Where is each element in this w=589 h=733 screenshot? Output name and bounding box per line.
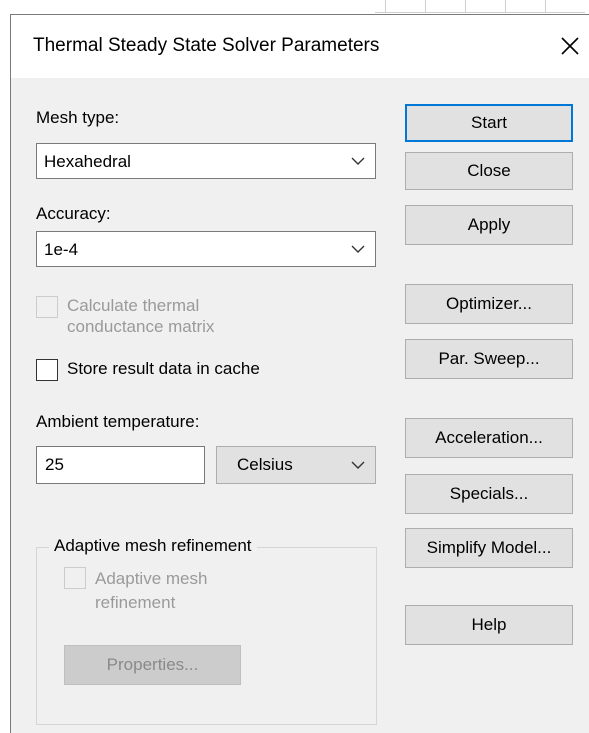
calculate-thermal-line1: Calculate thermal (67, 296, 200, 315)
ambient-temperature-value: 25 (45, 455, 64, 474)
background-window-lines (375, 0, 585, 13)
calculate-thermal-checkbox (36, 296, 58, 318)
adaptive-mesh-line2: refinement (95, 593, 176, 612)
adaptive-mesh-line1: Adaptive mesh (95, 569, 208, 588)
close-x-icon[interactable] (555, 29, 585, 63)
apply-button[interactable]: Apply (405, 205, 573, 245)
accuracy-select[interactable]: 1e-4 (36, 231, 376, 267)
adaptive-mesh-group-title: Adaptive mesh refinement (49, 536, 257, 556)
close-button[interactable]: Close (405, 152, 573, 190)
store-cache-label[interactable]: Store result data in cache (67, 359, 260, 379)
background-window-strip (0, 0, 589, 14)
solver-parameters-dialog: Thermal Steady State Solver Parameters M… (10, 14, 589, 733)
accuracy-label: Accuracy: (36, 204, 111, 223)
chevron-down-icon (351, 245, 365, 253)
adaptive-mesh-checkbox (64, 567, 86, 589)
simplify-model-button[interactable]: Simplify Model... (405, 528, 573, 568)
mesh-type-value: Hexahedral (44, 152, 131, 171)
mesh-type-select[interactable]: Hexahedral (36, 143, 376, 179)
mesh-type-label: Mesh type: (36, 108, 120, 127)
chevron-down-icon (351, 157, 365, 165)
accuracy-value: 1e-4 (44, 240, 79, 259)
temperature-unit-select[interactable]: Celsius (216, 446, 376, 484)
calculate-thermal-label: Calculate thermal conductance matrix (67, 295, 214, 337)
title-bar: Thermal Steady State Solver Parameters (11, 15, 589, 78)
calculate-thermal-line2: conductance matrix (67, 317, 215, 336)
ambient-temperature-input[interactable]: 25 (36, 446, 205, 484)
help-button[interactable]: Help (405, 605, 573, 645)
ambient-temperature-label: Ambient temperature: (36, 412, 200, 431)
adaptive-mesh-checkbox-label: Adaptive mesh refinement (95, 567, 207, 615)
store-cache-checkbox[interactable] (36, 359, 58, 381)
specials-button[interactable]: Specials... (405, 474, 573, 514)
par-sweep-button[interactable]: Par. Sweep... (405, 339, 573, 379)
dialog-title: Thermal Steady State Solver Parameters (33, 35, 380, 56)
start-button[interactable]: Start (405, 104, 573, 142)
chevron-down-icon (351, 461, 365, 469)
temperature-unit-value: Celsius (237, 455, 293, 474)
optimizer-button[interactable]: Optimizer... (405, 284, 573, 324)
properties-button: Properties... (64, 645, 241, 685)
acceleration-button[interactable]: Acceleration... (405, 418, 573, 458)
